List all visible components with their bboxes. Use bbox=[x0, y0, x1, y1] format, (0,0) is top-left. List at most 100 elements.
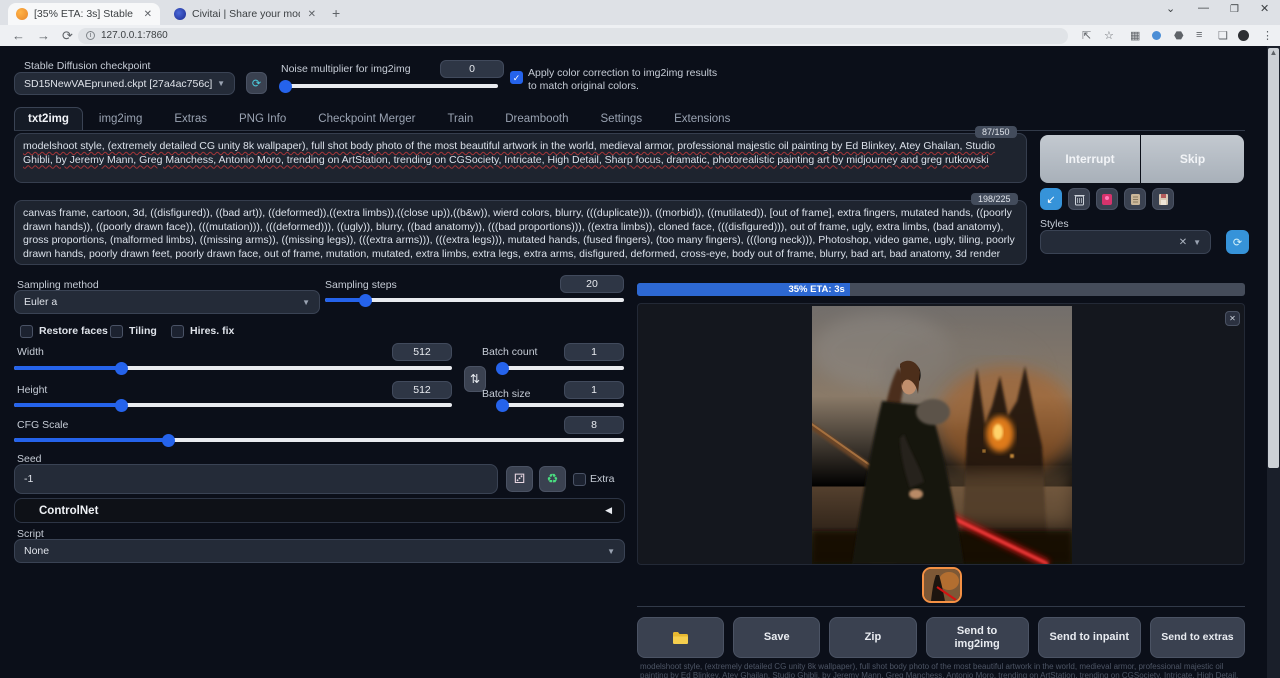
generated-image[interactable] bbox=[812, 306, 1072, 564]
zip-button[interactable]: Zip bbox=[829, 617, 916, 658]
tab-checkpoint-merger[interactable]: Checkpoint Merger bbox=[302, 108, 431, 130]
kebab-menu-icon[interactable]: ⋮ bbox=[1262, 29, 1273, 42]
window-menu-icon[interactable]: ⌄ bbox=[1166, 2, 1175, 15]
restore-faces-checkbox[interactable] bbox=[20, 325, 33, 338]
new-tab-button[interactable]: + bbox=[332, 5, 340, 21]
batch-size-slider[interactable] bbox=[498, 403, 624, 407]
tab-extensions[interactable]: Extensions bbox=[658, 108, 746, 130]
browser-tab-title: Civitai | Share your models bbox=[192, 8, 300, 20]
tiling-checkbox[interactable] bbox=[110, 325, 123, 338]
address-bar[interactable]: i 127.0.0.1:7860 bbox=[78, 28, 1068, 44]
page-scrollbar-thumb[interactable] bbox=[1268, 48, 1279, 468]
reuse-seed-button[interactable]: ♻ bbox=[539, 466, 566, 492]
tab-close-icon[interactable]: ✕ bbox=[308, 9, 316, 20]
side-panel-icon[interactable]: ❏ bbox=[1218, 29, 1228, 42]
save-button[interactable]: Save bbox=[733, 617, 820, 658]
tab-extras[interactable]: Extras bbox=[158, 108, 223, 130]
batch-size-value[interactable]: 1 bbox=[564, 381, 624, 399]
interrupt-button[interactable]: Interrupt bbox=[1040, 135, 1140, 183]
random-seed-button[interactable]: ⚂ bbox=[506, 466, 533, 492]
noise-multiplier-slider[interactable] bbox=[281, 84, 498, 88]
prompt-textarea[interactable]: modelshoot style, (extremely detailed CG… bbox=[14, 133, 1027, 183]
clear-prompt-button[interactable] bbox=[1068, 188, 1090, 210]
tab-dreambooth[interactable]: Dreambooth bbox=[489, 108, 584, 130]
clipboard-icon bbox=[1130, 193, 1141, 206]
send-to-img2img-button[interactable]: Send to img2img bbox=[926, 617, 1029, 658]
seed-input[interactable]: -1 bbox=[14, 464, 498, 494]
scrollbar-up-arrow-icon[interactable]: ▲ bbox=[1269, 48, 1278, 57]
batch-count-value[interactable]: 1 bbox=[564, 343, 624, 361]
trash-icon bbox=[1074, 193, 1085, 206]
noise-multiplier-label: Noise multiplier for img2img bbox=[281, 63, 411, 75]
site-info-icon[interactable]: i bbox=[86, 31, 95, 40]
tab-settings[interactable]: Settings bbox=[585, 108, 659, 130]
forward-icon[interactable]: → bbox=[37, 28, 50, 43]
back-icon[interactable]: ← bbox=[12, 28, 25, 43]
reload-icon[interactable]: ⟳ bbox=[62, 28, 73, 44]
save-style-button[interactable] bbox=[1152, 188, 1174, 210]
window-restore-icon[interactable]: ❐ bbox=[1230, 4, 1239, 15]
cfg-scale-slider[interactable] bbox=[14, 438, 624, 442]
tab-close-icon[interactable]: ✕ bbox=[144, 9, 152, 20]
styles-label: Styles bbox=[1040, 218, 1069, 230]
cfg-scale-value[interactable]: 8 bbox=[564, 416, 624, 434]
extension-dot-icon[interactable] bbox=[1152, 31, 1161, 40]
output-buttons-row: Save Zip Send to img2img Send to inpaint… bbox=[637, 617, 1245, 658]
extra-networks-button[interactable] bbox=[1096, 188, 1118, 210]
gallery-thumbnail-strip bbox=[637, 565, 1245, 607]
browser-tab-stable-diffusion[interactable]: [35% ETA: 3s] Stable Diffusion ✕ bbox=[8, 3, 160, 25]
controlnet-accordion[interactable]: ControlNet ◀ bbox=[14, 498, 625, 523]
width-label: Width bbox=[17, 346, 44, 358]
sampling-method-select[interactable]: Euler a ▼ bbox=[14, 290, 320, 314]
send-to-inpaint-button[interactable]: Send to inpaint bbox=[1038, 617, 1141, 658]
stable-diffusion-webui: Stable Diffusion checkpoint SD15NewVAEpr… bbox=[0, 46, 1280, 678]
batch-count-label: Batch count bbox=[482, 346, 537, 358]
window-minimize-icon[interactable]: — bbox=[1198, 2, 1209, 14]
close-preview-button[interactable]: ✕ bbox=[1225, 311, 1240, 326]
chevron-down-icon: ▼ bbox=[217, 79, 225, 88]
batch-count-slider[interactable] bbox=[498, 366, 624, 370]
paste-params-button[interactable]: ↙ bbox=[1040, 188, 1062, 210]
extra-seed-label: Extra bbox=[590, 473, 615, 485]
tab-train[interactable]: Train bbox=[431, 108, 489, 130]
send-to-extras-button[interactable]: Send to extras bbox=[1150, 617, 1245, 658]
height-label: Height bbox=[17, 384, 47, 396]
share-icon[interactable]: ⇱ bbox=[1082, 29, 1091, 42]
width-value[interactable]: 512 bbox=[392, 343, 452, 361]
extensions-puzzle-icon[interactable]: ⬣ bbox=[1174, 29, 1184, 42]
clear-styles-icon[interactable]: ✕ bbox=[1179, 237, 1187, 248]
profile-avatar[interactable] bbox=[1238, 30, 1249, 41]
checkpoint-refresh-button[interactable]: ⟳ bbox=[246, 72, 267, 94]
generation-info-text: modelshoot style, (extremely detailed CG… bbox=[640, 662, 1244, 678]
bookmark-star-icon[interactable]: ☆ bbox=[1104, 29, 1114, 42]
reading-list-icon[interactable]: ≡ bbox=[1196, 29, 1202, 41]
gallery-thumbnail-selected[interactable] bbox=[922, 567, 962, 603]
open-folder-button[interactable] bbox=[637, 617, 724, 658]
extension-grid-icon[interactable]: ▦ bbox=[1130, 29, 1140, 42]
negative-prompt-textarea[interactable]: canvas frame, cartoon, 3d, ((disfigured)… bbox=[14, 200, 1027, 265]
styles-refresh-button[interactable]: ⟳ bbox=[1226, 230, 1249, 254]
skip-button[interactable]: Skip bbox=[1141, 135, 1244, 183]
tab-txt2img[interactable]: txt2img bbox=[14, 107, 83, 130]
sampling-steps-slider[interactable] bbox=[325, 298, 624, 302]
tab-img2img[interactable]: img2img bbox=[83, 108, 158, 130]
tab-png-info[interactable]: PNG Info bbox=[223, 108, 302, 130]
height-slider[interactable] bbox=[14, 403, 452, 407]
browser-chrome: [35% ETA: 3s] Stable Diffusion ✕ Civitai… bbox=[0, 0, 1280, 46]
color-correction-checkbox[interactable]: ✓ bbox=[510, 71, 523, 84]
extra-networks-card-icon bbox=[1101, 193, 1113, 206]
checkpoint-select[interactable]: SD15NewVAEpruned.ckpt [27a4ac756c] ▼ bbox=[14, 72, 235, 95]
color-correction-label: Apply color correction to img2img result… bbox=[528, 67, 718, 93]
width-slider[interactable] bbox=[14, 366, 452, 370]
script-select[interactable]: None ▼ bbox=[14, 539, 625, 563]
noise-multiplier-value[interactable]: 0 bbox=[440, 60, 504, 78]
checkpoint-value: SD15NewVAEpruned.ckpt [27a4ac756c] bbox=[24, 78, 212, 90]
apply-style-button[interactable] bbox=[1124, 188, 1146, 210]
sampling-steps-value[interactable]: 20 bbox=[560, 275, 624, 293]
browser-tab-civitai[interactable]: Civitai | Share your models ✕ bbox=[166, 3, 324, 25]
styles-select[interactable]: ✕ ▼ bbox=[1040, 230, 1211, 254]
extra-seed-checkbox[interactable] bbox=[573, 473, 586, 486]
window-close-icon[interactable]: ✕ bbox=[1260, 2, 1269, 15]
height-value[interactable]: 512 bbox=[392, 381, 452, 399]
hires-fix-checkbox[interactable] bbox=[171, 325, 184, 338]
